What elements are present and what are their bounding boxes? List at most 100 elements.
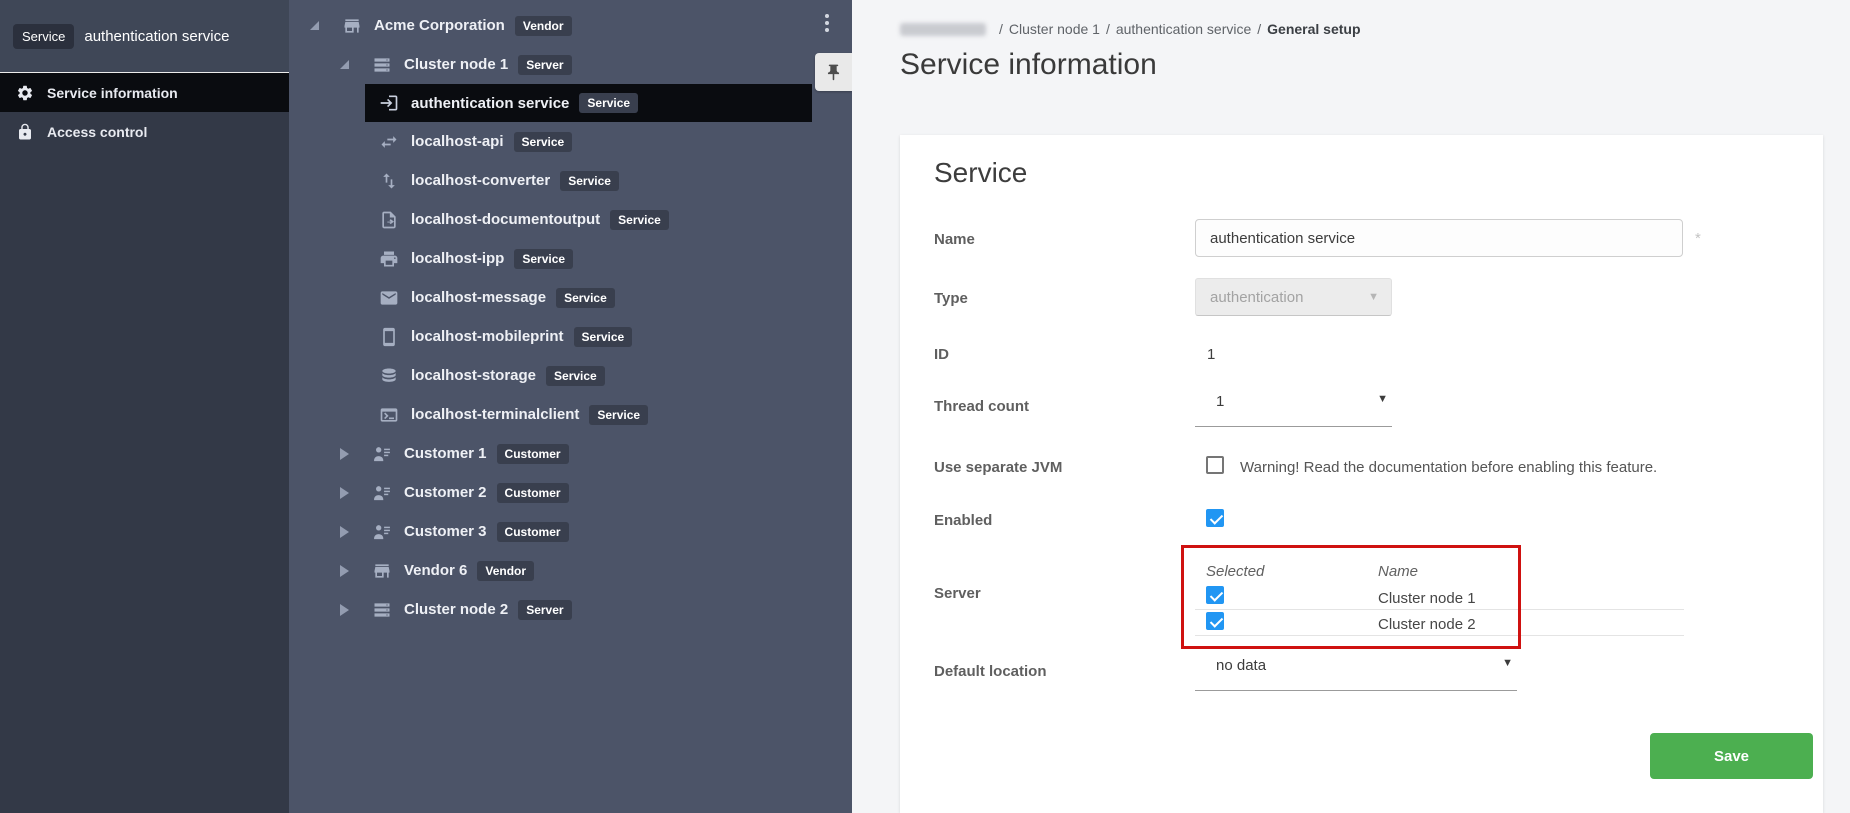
tree-node-localhost-documentoutput[interactable]: localhost-documentoutput Service — [289, 200, 852, 239]
sidebar-item-label: Service information — [47, 85, 178, 101]
chevron-down-icon: ▼ — [1377, 393, 1388, 405]
tree-node-authentication-service[interactable]: authentication service Service — [365, 84, 812, 122]
card-heading: Service — [934, 157, 1027, 189]
gear-icon — [16, 84, 34, 102]
tree-node-label: localhost-storage — [411, 367, 536, 384]
default-location-value: no data — [1206, 657, 1266, 674]
sidebar-item-access-control[interactable]: Access control — [0, 112, 289, 152]
kebab-menu-icon[interactable] — [820, 11, 834, 35]
server-row-name: Cluster node 2 — [1378, 616, 1476, 633]
breadcrumb-item-cluster-node-1[interactable]: Cluster node 1 — [1009, 21, 1100, 37]
jvm-checkbox[interactable] — [1206, 456, 1224, 474]
node-type-badge: Customer — [497, 483, 569, 503]
expanded-expander-icon[interactable] — [340, 60, 349, 69]
thread-count-label: Thread count — [934, 398, 1029, 415]
storefront-icon — [372, 561, 392, 581]
collapsed-expander-icon[interactable] — [340, 448, 349, 460]
tree-node-localhost-mobileprint[interactable]: localhost-mobileprintService — [289, 317, 852, 356]
tree-node-customer-3[interactable]: Customer 3Customer — [289, 512, 852, 551]
name-label: Name — [934, 231, 975, 248]
thread-count-select[interactable]: 1 ▼ — [1195, 393, 1392, 427]
storefront-icon — [342, 16, 362, 36]
customer-icon — [372, 483, 392, 503]
tree-node-label: localhost-message — [411, 289, 546, 306]
login-icon — [379, 93, 399, 113]
node-type-badge: Service — [560, 171, 619, 191]
breadcrumb-redacted-segment — [900, 23, 986, 36]
collapsed-expander-icon[interactable] — [340, 604, 349, 616]
id-label: ID — [934, 346, 949, 363]
node-type-badge: Service — [589, 405, 648, 425]
tree-node-localhost-storage[interactable]: localhost-storageService — [289, 356, 852, 395]
expanded-expander-icon[interactable] — [310, 21, 319, 30]
node-type-badge: Service — [514, 249, 573, 269]
tree-node-label: authentication service — [411, 95, 569, 112]
tree-node-localhost-ipp[interactable]: localhost-ipp Service — [289, 239, 852, 278]
tree-node-localhost-message[interactable]: localhost-messageService — [289, 278, 852, 317]
sidebar-item-service-information[interactable]: Service information — [0, 72, 289, 112]
server-row-checkbox-cluster-node-2[interactable] — [1206, 612, 1224, 630]
page-title: Service information — [900, 48, 1157, 82]
type-value: authentication — [1210, 289, 1303, 306]
tree-panel: Acme CorporationVendorCluster node 1Serv… — [289, 0, 852, 813]
chevron-down-icon: ▼ — [1502, 657, 1513, 669]
tree-node-label: localhost-ipp — [411, 250, 504, 267]
pin-icon — [824, 63, 843, 82]
node-type-badge: Customer — [497, 444, 569, 464]
jvm-label: Use separate JVM — [934, 459, 1062, 476]
breadcrumb: / Cluster node 1 / authentication servic… — [900, 21, 1361, 37]
tree-node-label: localhost-documentoutput — [411, 211, 600, 228]
left-sidebar: Service authentication service Service i… — [0, 0, 289, 813]
main-content: / Cluster node 1 / authentication servic… — [852, 0, 1850, 813]
tree-node-label: Acme Corporation — [374, 17, 505, 34]
tree-node-customer-1[interactable]: Customer 1Customer — [289, 434, 852, 473]
tree-node-localhost-api[interactable]: localhost-api Service — [289, 122, 852, 161]
sidebar-title: authentication service — [84, 28, 229, 45]
node-type-badge: Service — [610, 210, 669, 230]
table-row-divider — [1195, 609, 1684, 610]
jvm-warning-text: Warning! Read the documentation before e… — [1240, 459, 1657, 476]
required-mark: * — [1695, 230, 1701, 247]
collapsed-expander-icon[interactable] — [340, 487, 349, 499]
enabled-checkbox[interactable] — [1206, 509, 1224, 527]
tree-node-localhost-converter[interactable]: localhost-converter Service — [289, 161, 852, 200]
tree-node-label: localhost-converter — [411, 172, 550, 189]
breadcrumb-separator: / — [999, 21, 1003, 37]
enabled-label: Enabled — [934, 512, 992, 529]
save-button[interactable]: Save — [1650, 733, 1813, 779]
tree-node-label: localhost-api — [411, 133, 504, 150]
breadcrumb-separator: / — [1106, 21, 1110, 37]
sidebar-item-label: Access control — [47, 124, 147, 140]
customer-icon — [372, 522, 392, 542]
tree-node-label: Cluster node 1 — [404, 56, 508, 73]
tree-node-cluster-node-2[interactable]: Cluster node 2Server — [289, 590, 852, 629]
name-input[interactable] — [1195, 219, 1683, 257]
tree-node-acme-corporation[interactable]: Acme CorporationVendor — [289, 6, 852, 45]
smartphone-icon — [379, 327, 399, 347]
tree-node-localhost-terminalclient[interactable]: localhost-terminalclientService — [289, 395, 852, 434]
terminal-icon — [379, 405, 399, 425]
pin-button[interactable] — [815, 53, 852, 91]
swap-horizontal-icon — [379, 132, 399, 152]
node-type-badge: Service — [579, 93, 638, 113]
node-type-badge: Vendor — [477, 561, 534, 581]
printer-icon — [379, 249, 399, 269]
tree-node-customer-2[interactable]: Customer 2Customer — [289, 473, 852, 512]
breadcrumb-separator: / — [1257, 21, 1261, 37]
default-location-select[interactable]: no data ▼ — [1195, 657, 1517, 691]
lock-icon — [16, 123, 34, 141]
breadcrumb-item-authentication-service[interactable]: authentication service — [1116, 21, 1251, 37]
node-type-badge: Service — [514, 132, 573, 152]
server-row-name: Cluster node 1 — [1378, 590, 1476, 607]
envelope-icon — [379, 288, 399, 308]
tree-node-cluster-node-1[interactable]: Cluster node 1Server — [289, 45, 852, 84]
server-row-checkbox-cluster-node-1[interactable] — [1206, 586, 1224, 604]
id-value: 1 — [1207, 346, 1215, 363]
collapsed-expander-icon[interactable] — [340, 526, 349, 538]
server-column-name: Name — [1378, 563, 1418, 580]
default-location-label: Default location — [934, 663, 1047, 680]
collapsed-expander-icon[interactable] — [340, 565, 349, 577]
tree-node-label: Customer 3 — [404, 523, 487, 540]
tree-node-vendor-6[interactable]: Vendor 6Vendor — [289, 551, 852, 590]
tree-node-label: localhost-mobileprint — [411, 328, 564, 345]
